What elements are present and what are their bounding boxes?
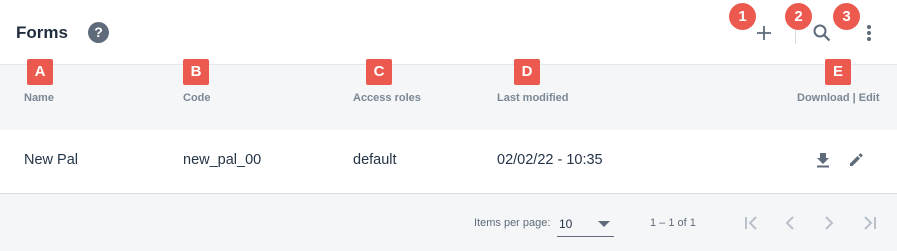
column-header-last-modified[interactable]: Last modified [497,92,569,104]
cell-name: New Pal [24,152,78,168]
search-button[interactable] [809,20,835,46]
download-icon [817,153,829,168]
callout-c: C [366,59,392,85]
add-button[interactable] [751,20,777,46]
callout-2: 2 [785,3,812,30]
help-icon[interactable]: ? [88,22,109,43]
callout-3: 3 [833,3,860,30]
callout-1: 1 [729,3,756,30]
callout-e: E [825,59,851,85]
cell-access-roles: default [353,152,397,168]
last-page-button[interactable] [858,211,882,235]
last-page-icon [864,216,876,230]
edit-icon [850,153,863,166]
first-page-button[interactable] [739,211,763,235]
page-title: Forms [16,23,68,42]
items-per-page-value: 10 [559,217,573,231]
next-page-icon [825,216,834,230]
previous-page-icon [785,216,794,230]
table-row[interactable] [0,130,897,194]
column-header-code[interactable]: Code [183,92,211,104]
items-per-page-label: Items per page: [474,217,551,229]
edit-button[interactable] [847,151,865,169]
more-vert-icon [867,25,871,41]
callout-b: B [183,59,209,85]
column-header-access-roles[interactable]: Access roles [353,92,421,104]
callout-d: D [514,59,540,85]
cell-code: new_pal_00 [183,152,262,168]
add-icon [757,26,771,40]
table-header [0,64,897,131]
first-page-icon [745,216,757,230]
previous-page-button[interactable] [778,211,802,235]
column-header-download-edit: Download | Edit [797,92,880,104]
next-page-button[interactable] [817,211,841,235]
more-options-button[interactable] [856,20,882,46]
callout-a: A [27,59,53,85]
range-label: 1 – 1 of 1 [650,217,696,229]
items-per-page-select[interactable]: 10 [557,212,614,237]
search-icon [813,24,831,42]
cell-last-modified: 02/02/22 - 10:35 [497,152,603,168]
dropdown-arrow-icon [598,221,610,227]
column-header-name[interactable]: Name [24,92,54,104]
download-button[interactable] [814,151,832,169]
